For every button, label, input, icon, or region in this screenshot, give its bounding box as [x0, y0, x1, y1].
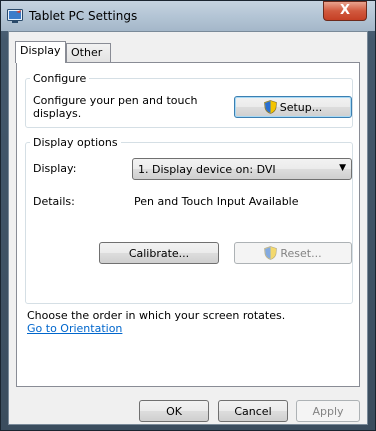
uac-shield-icon [264, 246, 278, 260]
calibrate-button[interactable]: Calibrate... [99, 242, 219, 264]
tab-display[interactable]: Display [15, 41, 66, 63]
dialog-client-area: Display Other Configure Configure your p… [8, 31, 368, 425]
display-device-value: 1. Display device on: DVI [138, 163, 276, 176]
configure-legend: Configure [33, 72, 87, 85]
cancel-button[interactable]: Cancel [218, 400, 288, 422]
cancel-button-label: Cancel [234, 404, 272, 418]
uac-shield-icon [263, 100, 277, 114]
reset-button-label: Reset... [280, 246, 322, 260]
display-device-select[interactable]: 1. Display device on: DVI ▼ [132, 158, 352, 180]
title-bar[interactable]: Tablet PC Settings X [1, 1, 375, 31]
tablet-pc-icon [7, 9, 23, 23]
display-label: Display: [33, 162, 77, 175]
close-icon: X [339, 3, 351, 18]
apply-button[interactable]: Apply [296, 400, 360, 422]
ok-button[interactable]: OK [139, 400, 209, 422]
configure-description: Configure your pen and touch displays. [33, 94, 198, 120]
setup-button-label: Setup... [279, 100, 323, 114]
window-title: Tablet PC Settings [29, 9, 138, 23]
details-value: Pen and Touch Input Available [134, 195, 299, 208]
tab-display-label: Display [20, 44, 61, 57]
display-options-legend: Display options [33, 136, 118, 149]
chevron-down-icon: ▼ [339, 163, 346, 173]
tab-other[interactable]: Other [66, 43, 111, 62]
close-button[interactable]: X [323, 1, 367, 21]
details-label: Details: [33, 195, 75, 208]
ok-button-label: OK [166, 404, 182, 418]
setup-button[interactable]: Setup... [234, 96, 352, 118]
apply-button-label: Apply [312, 404, 344, 418]
go-to-orientation-link[interactable]: Go to Orientation [27, 322, 122, 335]
tablet-pc-settings-window: Tablet PC Settings X Display Other Confi… [0, 0, 376, 431]
display-tab-panel: Configure Configure your pen and touch d… [16, 62, 360, 387]
tab-other-label: Other [71, 46, 103, 59]
calibrate-button-label: Calibrate... [128, 246, 190, 260]
orientation-text: Choose the order in which your screen ro… [27, 309, 286, 322]
reset-button[interactable]: Reset... [234, 242, 352, 264]
